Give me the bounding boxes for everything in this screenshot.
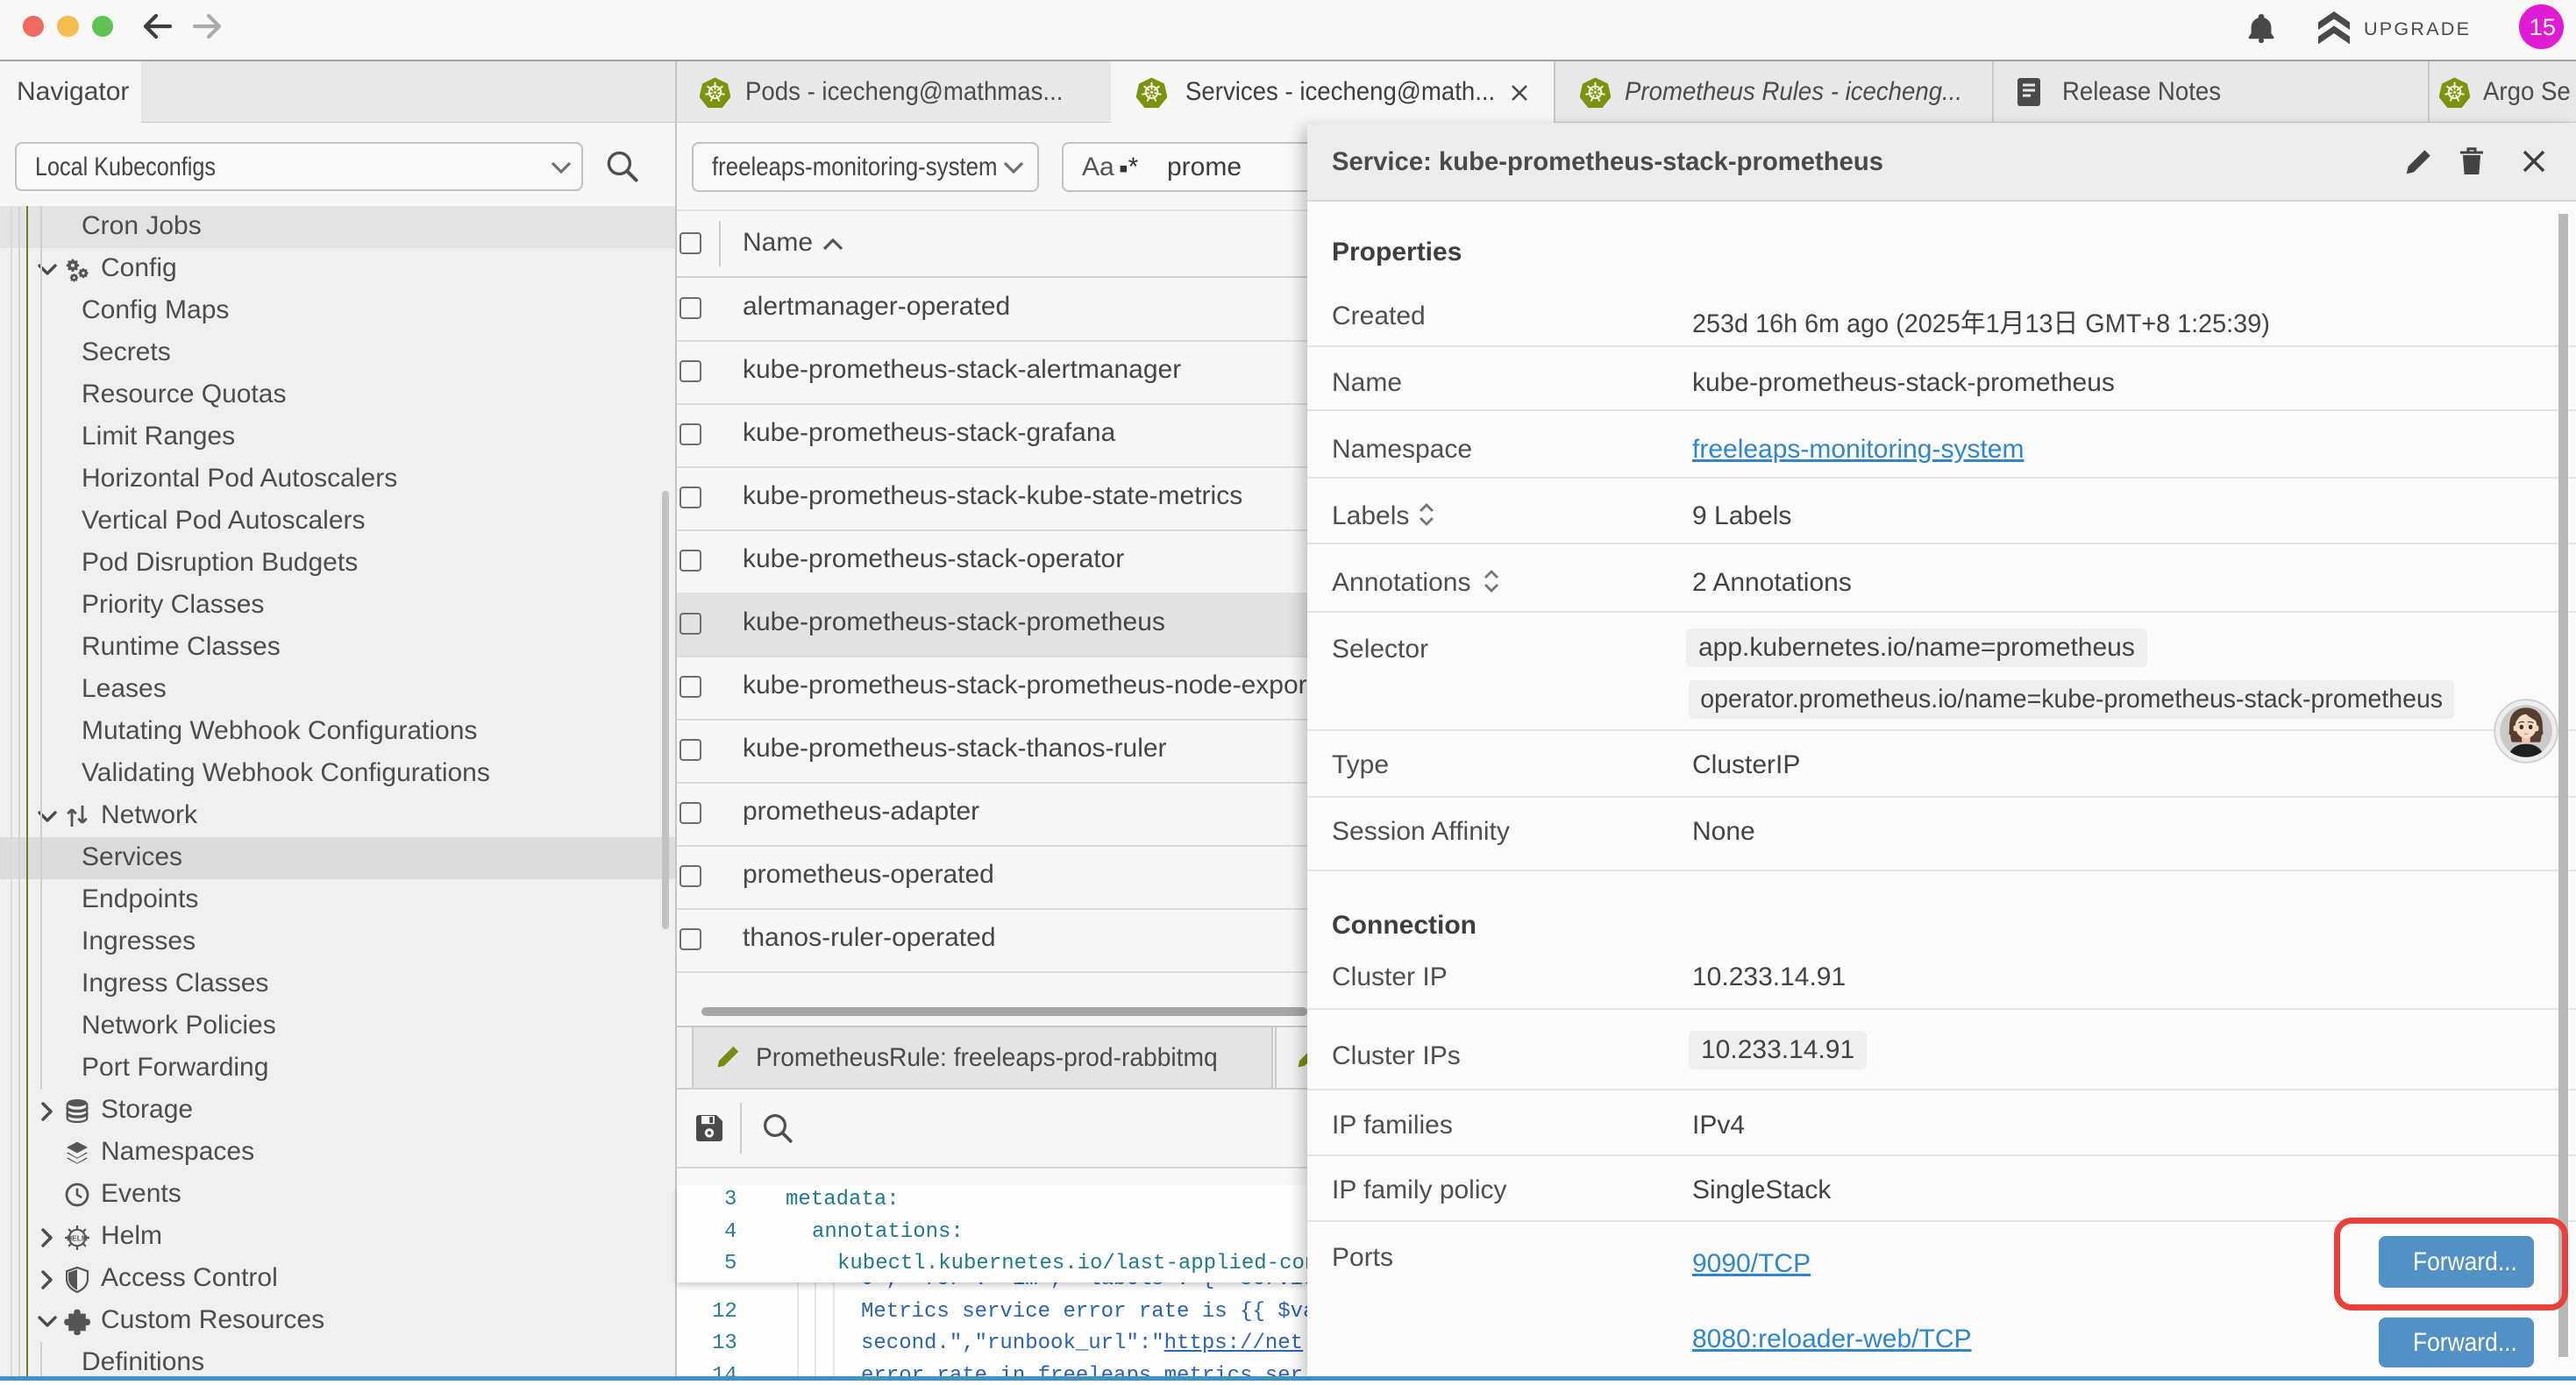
svg-text:HELM: HELM (67, 1233, 88, 1242)
